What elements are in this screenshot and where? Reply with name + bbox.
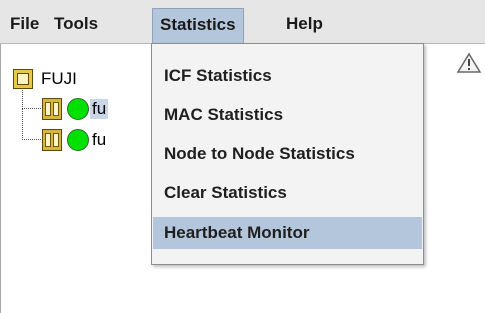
tree-connector xyxy=(22,90,41,109)
statistics-dropdown-menu: ICF Statistics MAC Statistics Node to No… xyxy=(151,43,424,265)
menu-item-node-to-node-statistics[interactable]: Node to Node Statistics xyxy=(153,138,422,170)
cluster-icon xyxy=(13,69,33,89)
menu-item-icf-statistics[interactable]: ICF Statistics xyxy=(153,60,422,92)
menu-item-heartbeat-monitor[interactable]: Heartbeat Monitor xyxy=(153,217,422,249)
menu-bar: File Tools Statistics Help xyxy=(0,0,485,44)
status-dot-icon xyxy=(67,129,89,151)
node-icon xyxy=(42,98,62,120)
status-dot-icon xyxy=(67,98,89,120)
menu-tools[interactable]: Tools xyxy=(47,10,105,37)
menu-item-clear-statistics[interactable]: Clear Statistics xyxy=(153,177,422,209)
tree-node-label[interactable]: fu xyxy=(90,99,109,119)
node-icon xyxy=(42,129,62,151)
menu-help[interactable]: Help xyxy=(279,10,330,37)
tree-node-label[interactable]: fu xyxy=(92,130,106,150)
menu-file[interactable]: File xyxy=(3,10,46,37)
tree-root-label[interactable]: FUJI xyxy=(41,69,77,89)
warning-icon[interactable] xyxy=(456,52,482,74)
menu-item-mac-statistics[interactable]: MAC Statistics xyxy=(153,99,422,131)
tree-connector xyxy=(22,108,41,140)
menu-statistics[interactable]: Statistics xyxy=(152,8,244,44)
